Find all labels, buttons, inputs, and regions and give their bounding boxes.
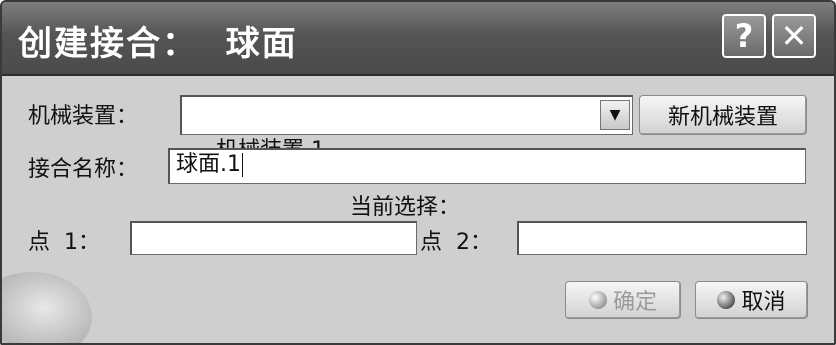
ok-button[interactable]: 确定 (565, 281, 681, 319)
create-joint-dialog: 创建接合： 球面 ? ✕ 机械装置： 机械装置.1 ▼ 新机械装置 接合名称： … (0, 0, 836, 345)
current-selection-heading: 当前选择： (350, 195, 461, 220)
point1-field[interactable] (130, 221, 417, 255)
point2-field[interactable] (517, 221, 807, 255)
ok-ball-icon (588, 291, 607, 309)
title-bar[interactable]: 创建接合： 球面 ? ✕ (2, 2, 834, 76)
joint-name-field[interactable]: 球面.1 (168, 148, 806, 184)
text-caret (242, 153, 243, 177)
cancel-button[interactable]: 取消 (695, 281, 808, 319)
chevron-down-icon[interactable]: ▼ (600, 100, 630, 130)
cancel-ball-icon (717, 291, 736, 309)
new-mechanism-label: 新机械装置 (667, 105, 778, 130)
ok-label: 确定 (612, 290, 657, 315)
mechanism-label: 机械装置： (28, 104, 139, 129)
mechanism-dropdown[interactable]: 机械装置.1 ▼ (180, 95, 633, 163)
cancel-label: 取消 (741, 290, 786, 315)
help-button[interactable]: ? (722, 14, 766, 58)
decorative-swirl (2, 272, 92, 343)
dialog-title: 创建接合： 球面 (18, 24, 298, 64)
new-mechanism-button[interactable]: 新机械装置 (639, 95, 807, 135)
close-button[interactable]: ✕ (772, 14, 816, 58)
point2-label: 点 2： (420, 230, 492, 255)
joint-name-label: 接合名称： (28, 157, 139, 182)
joint-name-value: 球面.1 (176, 152, 241, 177)
point1-label: 点 1： (28, 230, 100, 255)
